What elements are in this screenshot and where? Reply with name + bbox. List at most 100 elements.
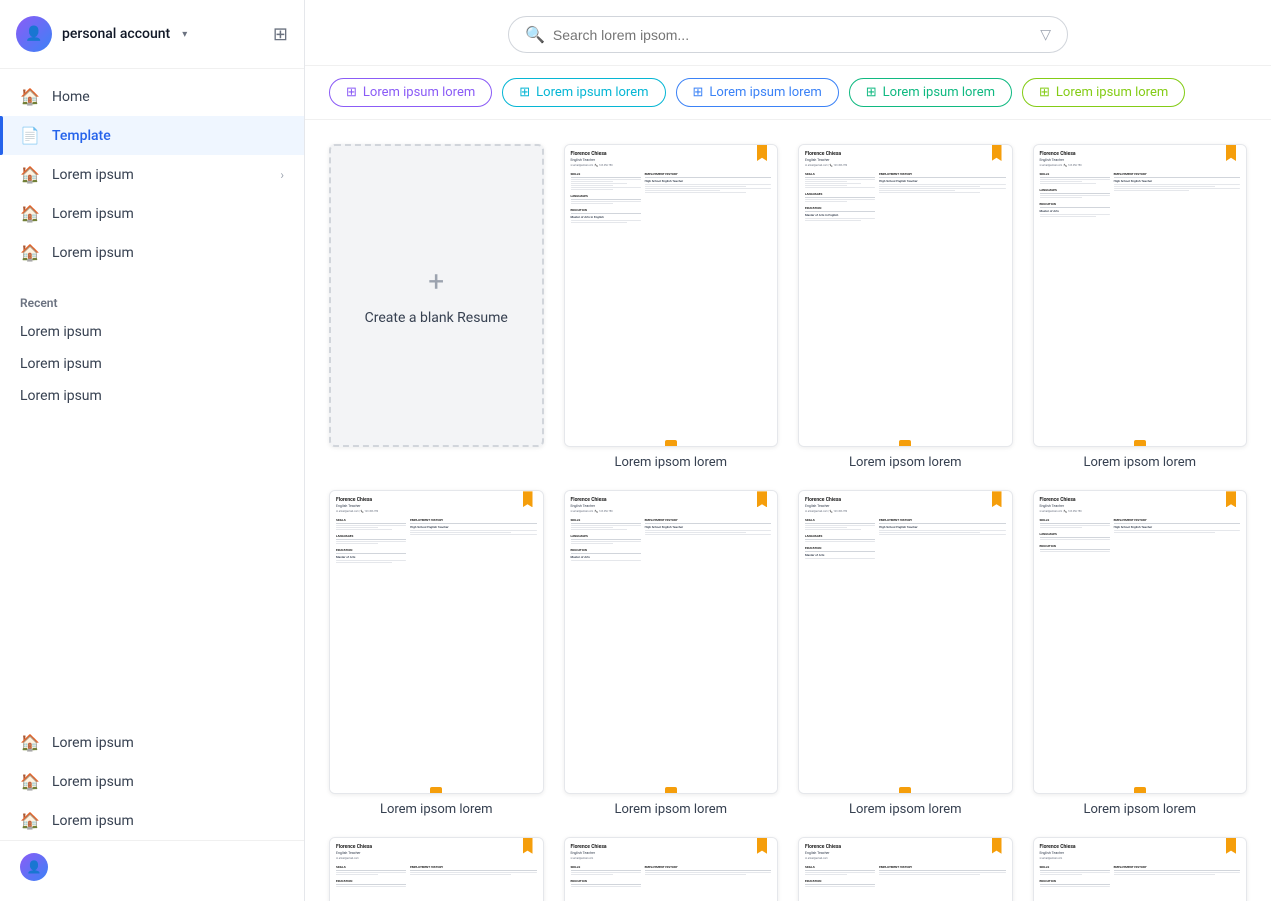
template-grid: + Create a blank Resume Florence Chiesa … (305, 120, 1271, 901)
filter-tab-5-label: Lorem ipsum lorem (1056, 85, 1168, 100)
bookmark-bottom-1 (665, 440, 677, 446)
template-card-6[interactable]: Florence Chiesa English Teacher ✉ email@… (798, 490, 1013, 816)
sidebar-footer-item-1-label: Lorem ipsum (52, 735, 134, 751)
card-preview-4: Florence Chiesa English Teacher ✉ email@… (329, 490, 544, 793)
home-icon-6: 🏠 (20, 772, 40, 791)
template-card-10[interactable]: Florence Chiesa English Teacher ✉ email@… (798, 837, 1013, 901)
blank-resume-card[interactable]: + Create a blank Resume (329, 144, 544, 470)
bookmark-bottom-7 (1134, 787, 1146, 793)
main-header: 🔍 ▽ (305, 0, 1271, 66)
filter-icon[interactable]: ▽ (1040, 27, 1051, 43)
sidebar-nav: 🏠 Home 📄 Template 🏠 Lorem ipsum › 🏠 Lore… (0, 69, 304, 280)
search-icon: 🔍 (525, 25, 545, 44)
card-preview-3: Florence Chiesa English Teacher ✉ email@… (1033, 144, 1248, 447)
search-bar: 🔍 ▽ (508, 16, 1068, 53)
template-card-11[interactable]: Florence Chiesa English Teacher ✉ email@… (1033, 837, 1248, 901)
chevron-down-icon: ▾ (182, 29, 187, 40)
blank-card-label: Create a blank Resume (365, 310, 508, 326)
sidebar-item-lorem1[interactable]: 🏠 Lorem ipsum › (0, 155, 304, 194)
card-label-1: Lorem ipsom lorem (614, 455, 727, 470)
sidebar-item-home-label: Home (52, 89, 90, 105)
filter-tab-5-icon: ⊞ (1039, 85, 1050, 100)
sidebar-item-home[interactable]: 🏠 Home (0, 77, 304, 116)
bookmark-bottom-6 (899, 787, 911, 793)
home-icon-2: 🏠 (20, 165, 40, 184)
card-label-3: Lorem ipsom lorem (1083, 455, 1196, 470)
card-preview-5: Florence Chiesa English Teacher ✉ email@… (564, 490, 779, 793)
template-card-9[interactable]: Florence Chiesa English Teacher ✉ email@… (564, 837, 779, 901)
sidebar-item-lorem3[interactable]: 🏠 Lorem ipsum (0, 233, 304, 272)
template-card-2[interactable]: Florence Chiesa English Teacher ✉ email@… (798, 144, 1013, 470)
sidebar-footer-item-3-label: Lorem ipsum (52, 813, 134, 829)
filter-tab-3[interactable]: ⊞ Lorem ipsum lorem (676, 78, 839, 107)
card-label-5: Lorem ipsom lorem (614, 802, 727, 817)
blank-card-preview: + Create a blank Resume (329, 144, 544, 447)
sidebar-toggle-button[interactable]: ⊞ (273, 24, 288, 45)
search-input[interactable] (553, 27, 1032, 43)
recent-item-2[interactable]: Lorem ipsum (0, 348, 304, 380)
account-name: personal account (62, 26, 170, 42)
filter-tab-1-label: Lorem ipsum lorem (363, 85, 475, 100)
filter-tab-2-label: Lorem ipsum lorem (536, 85, 648, 100)
template-card-1[interactable]: Florence Chiesa English Teacher ✉ email@… (564, 144, 779, 470)
home-icon-7: 🏠 (20, 811, 40, 830)
sidebar-item-lorem2[interactable]: 🏠 Lorem ipsum (0, 194, 304, 233)
bookmark-bottom-3 (1134, 440, 1146, 446)
card-preview-2: Florence Chiesa English Teacher ✉ email@… (798, 144, 1013, 447)
home-icon: 🏠 (20, 87, 40, 106)
filter-tab-1-icon: ⊞ (346, 85, 357, 100)
template-card-8[interactable]: Florence Chiesa English Teacher ✉ email@… (329, 837, 544, 901)
sidebar-header: 👤 personal account ▾ ⊞ (0, 0, 304, 69)
card-label-6: Lorem ipsom lorem (849, 802, 962, 817)
sidebar-footer-nav: 🏠 Lorem ipsum 🏠 Lorem ipsum 🏠 Lorem ipsu… (0, 715, 304, 901)
plus-icon: + (428, 265, 444, 298)
recent-section-label: Recent (0, 280, 304, 316)
home-icon-4: 🏠 (20, 243, 40, 262)
template-card-4[interactable]: Florence Chiesa English Teacher ✉ email@… (329, 490, 544, 816)
template-card-5[interactable]: Florence Chiesa English Teacher ✉ email@… (564, 490, 779, 816)
filter-tabs: ⊞ Lorem ipsum lorem ⊞ Lorem ipsum lorem … (305, 66, 1271, 120)
card-preview-1: Florence Chiesa English Teacher ✉ email@… (564, 144, 779, 447)
filter-tab-4-label: Lorem ipsum lorem (883, 85, 995, 100)
card-label-7: Lorem ipsom lorem (1083, 802, 1196, 817)
filter-tab-4-icon: ⊞ (866, 85, 877, 100)
card-preview-8: Florence Chiesa English Teacher ✉ email@… (329, 837, 544, 901)
card-preview-10: Florence Chiesa English Teacher ✉ email@… (798, 837, 1013, 901)
card-preview-9: Florence Chiesa English Teacher ✉ email@… (564, 837, 779, 901)
recent-item-3[interactable]: Lorem ipsum (0, 380, 304, 412)
recent-item-1[interactable]: Lorem ipsum (0, 316, 304, 348)
home-icon-5: 🏠 (20, 733, 40, 752)
filter-tab-2-icon: ⊞ (519, 85, 530, 100)
filter-tab-3-label: Lorem ipsum lorem (709, 85, 821, 100)
card-label-4: Lorem ipsom lorem (380, 802, 493, 817)
filter-tab-2[interactable]: ⊞ Lorem ipsum lorem (502, 78, 665, 107)
filter-tab-3-icon: ⊞ (693, 85, 704, 100)
template-card-3[interactable]: Florence Chiesa English Teacher ✉ email@… (1033, 144, 1248, 470)
sidebar-item-lorem3-label: Lorem ipsum (52, 245, 134, 261)
bookmark-bottom-4 (430, 787, 442, 793)
filter-tab-5[interactable]: ⊞ Lorem ipsum lorem (1022, 78, 1185, 107)
filter-tab-4[interactable]: ⊞ Lorem ipsum lorem (849, 78, 1012, 107)
main-content: 🔍 ▽ ⊞ Lorem ipsum lorem ⊞ Lorem ipsum lo… (305, 0, 1271, 901)
card-preview-11: Florence Chiesa English Teacher ✉ email@… (1033, 837, 1248, 901)
sidebar-footer-item-3[interactable]: 🏠 Lorem ipsum (0, 801, 304, 840)
template-card-7[interactable]: Florence Chiesa English Teacher ✉ email@… (1033, 490, 1248, 816)
avatar: 👤 (16, 16, 52, 52)
filter-tab-1[interactable]: ⊞ Lorem ipsum lorem (329, 78, 492, 107)
account-switcher[interactable]: 👤 personal account ▾ (16, 16, 187, 52)
sidebar-item-lorem1-label: Lorem ipsum (52, 167, 134, 183)
footer-avatar: 👤 (20, 853, 48, 881)
bookmark-bottom-5 (665, 787, 677, 793)
card-label-2: Lorem ipsom lorem (849, 455, 962, 470)
sidebar-item-template-label: Template (52, 128, 111, 144)
sidebar-footer-item-2[interactable]: 🏠 Lorem ipsum (0, 762, 304, 801)
card-preview-7: Florence Chiesa English Teacher ✉ email@… (1033, 490, 1248, 793)
card-preview-6: Florence Chiesa English Teacher ✉ email@… (798, 490, 1013, 793)
sidebar: 👤 personal account ▾ ⊞ 🏠 Home 📄 Template… (0, 0, 305, 901)
chevron-right-icon: › (280, 168, 284, 182)
sidebar-item-lorem2-label: Lorem ipsum (52, 206, 134, 222)
sidebar-footer-item-2-label: Lorem ipsum (52, 774, 134, 790)
sidebar-item-template[interactable]: 📄 Template (0, 116, 304, 155)
recent-list: Lorem ipsum Lorem ipsum Lorem ipsum (0, 316, 304, 412)
sidebar-footer-item-1[interactable]: 🏠 Lorem ipsum (0, 723, 304, 762)
